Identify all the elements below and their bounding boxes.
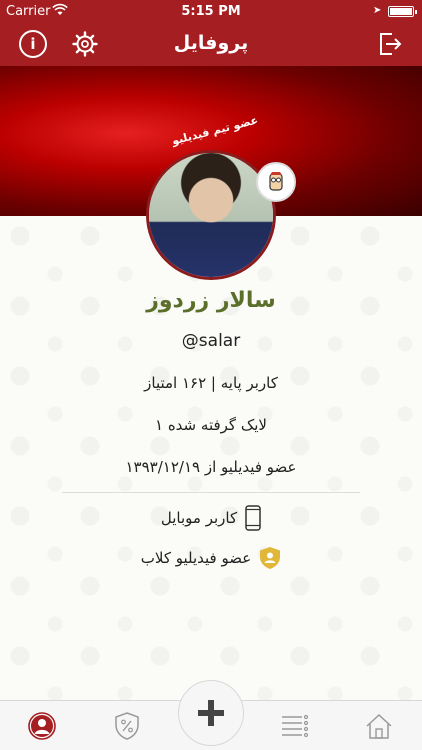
profile-name: سالار زردوز [146,288,276,313]
feature-mobile-user: کاربر موبایل [0,505,422,531]
level-points: کاربر پایه | ۱۶۲ امتیاز [144,374,278,392]
status-bar: Carrier 5:15 PM ➤ [0,0,422,22]
location-arrow-icon: ➤ [373,5,382,16]
page-title: پروفایل [173,32,249,54]
clock: 5:15 PM [181,4,241,19]
feature-label: کاربر موبایل [160,509,238,527]
avatar-photo [149,153,273,277]
add-button[interactable] [178,680,244,746]
battery-icon [388,6,417,17]
list-icon [282,714,309,738]
member-since: عضو فیدیلیو از ۱۳۹۳/۱۲/۱۹ [125,458,297,476]
tab-list[interactable] [280,711,310,741]
divider [62,492,360,493]
profile-username: @salar [181,331,241,351]
avatar[interactable] [146,150,276,280]
likes-count: ۱ لایک گرفته شده [155,416,267,434]
discount-shield-icon [115,712,139,740]
logout-icon[interactable] [376,30,404,58]
tab-offers[interactable] [112,711,142,741]
mobile-phone-icon [245,505,261,531]
club-shield-icon [260,547,281,569]
feature-label: عضو فیدیلیو کلاب [140,549,252,567]
navigation-bar: Carrier 5:15 PM ➤ i پروفایل [0,0,422,66]
home-icon [366,713,392,739]
tab-home[interactable] [364,711,394,741]
plus-icon [198,700,224,726]
user-icon [28,712,56,740]
mascot-icon [256,162,296,202]
feature-club-member: عضو فیدیلیو کلاب [0,546,422,570]
tab-profile[interactable] [27,711,57,741]
